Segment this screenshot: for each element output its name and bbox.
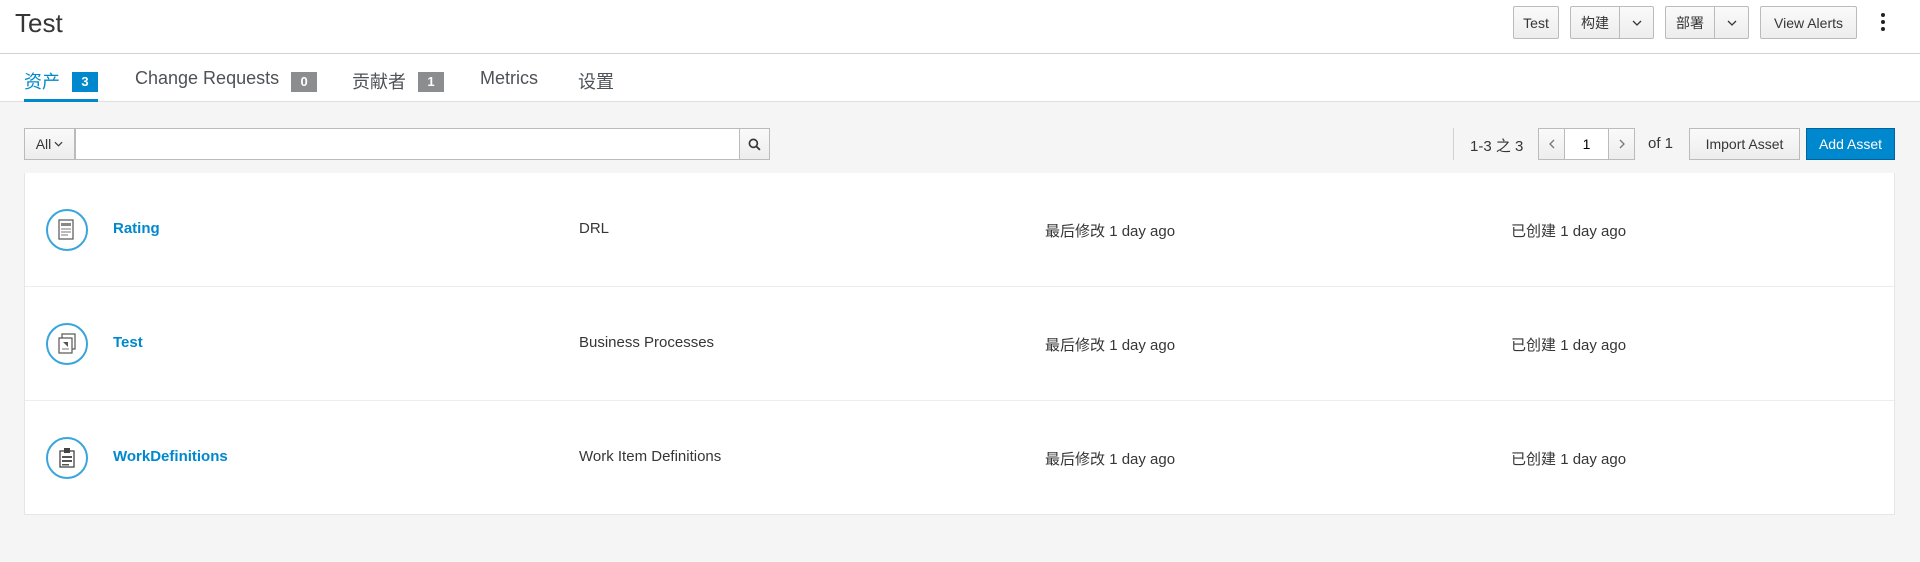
tab-change-requests[interactable]: Change Requests 0 (135, 64, 318, 102)
asset-name-link[interactable]: Test (113, 334, 143, 351)
page-number-input[interactable] (1564, 128, 1609, 160)
add-asset-button[interactable]: Add Asset (1806, 128, 1895, 160)
count-badge: 3 (72, 72, 98, 92)
asset-type: DRL (579, 220, 610, 237)
toolbar: All 1-3 之 3 of 1 Import Asset Add Asset (0, 103, 1920, 173)
tab-label: 资产 (24, 72, 60, 92)
next-page-button[interactable] (1608, 128, 1635, 160)
prev-page-button[interactable] (1538, 128, 1565, 160)
add-asset-label: Add Asset (1818, 136, 1883, 152)
created: 已创建 1 day ago (1511, 223, 1627, 240)
tab-label: 设置 (578, 72, 614, 92)
tab-metrics[interactable]: Metrics (480, 64, 538, 102)
search-input[interactable] (75, 128, 740, 160)
chevron-down-icon (54, 141, 63, 147)
chevron-right-icon (1619, 139, 1625, 149)
asset-list: Rating DRL 最后修改 1 day ago 已创建 1 day ago … (24, 173, 1896, 515)
divider (1453, 128, 1454, 160)
view-alerts-button[interactable]: View Alerts (1760, 6, 1857, 39)
asset-type: Work Item Definitions (579, 448, 722, 465)
filter-label: All (35, 136, 52, 152)
tab-settings[interactable]: 设置 (578, 64, 614, 102)
created: 已创建 1 day ago (1511, 337, 1627, 354)
last-modified: 最后修改 1 day ago (1045, 451, 1176, 468)
import-asset-label: Import Asset (1705, 136, 1784, 152)
tab-assets[interactable]: 资产 3 (24, 64, 98, 102)
search-button[interactable] (739, 128, 770, 160)
tab-label: Metrics (480, 68, 538, 88)
list-item[interactable]: Test Business Processes 最后修改 1 day ago 已… (25, 287, 1896, 401)
page-header: Test Test 构建 部署 View Alerts (0, 0, 1920, 54)
asset-name-link[interactable]: Rating (113, 220, 160, 237)
last-modified: 最后修改 1 day ago (1045, 337, 1176, 354)
tab-label: 贡献者 (352, 72, 406, 92)
asset-type: Business Processes (579, 334, 715, 351)
chevron-down-icon[interactable] (1619, 7, 1653, 38)
work-item-icon (46, 437, 88, 479)
build-button-label: 构建 (1581, 14, 1609, 31)
count-badge: 1 (418, 72, 444, 92)
tab-bar: 资产 3 Change Requests 0 贡献者 1 Metrics 设置 (0, 54, 1920, 102)
page-total: of 1 (1648, 135, 1674, 152)
created: 已创建 1 day ago (1511, 451, 1627, 468)
process-icon (46, 323, 88, 365)
chevron-left-icon (1548, 139, 1554, 149)
build-button[interactable]: 构建 (1570, 6, 1654, 39)
test-button[interactable]: Test (1513, 6, 1559, 39)
tab-label: Change Requests (135, 68, 280, 88)
search-icon (748, 138, 761, 151)
asset-name-link[interactable]: WorkDefinitions (113, 448, 228, 465)
count-badge: 0 (291, 72, 318, 92)
pagination-range: 1-3 之 3 (1470, 138, 1524, 155)
chevron-down-icon[interactable] (1714, 7, 1748, 38)
filter-dropdown[interactable]: All (24, 128, 75, 160)
deploy-button-label: 部署 (1676, 14, 1704, 31)
list-item[interactable]: Rating DRL 最后修改 1 day ago 已创建 1 day ago (25, 173, 1896, 287)
list-item[interactable]: WorkDefinitions Work Item Definitions 最后… (25, 401, 1896, 515)
view-alerts-label: View Alerts (1774, 14, 1843, 31)
import-asset-button[interactable]: Import Asset (1689, 128, 1800, 160)
test-button-label: Test (1523, 14, 1549, 31)
last-modified: 最后修改 1 day ago (1045, 223, 1176, 240)
tab-contributors[interactable]: 贡献者 1 (352, 64, 444, 102)
drl-file-icon (46, 209, 88, 251)
kebab-menu-icon[interactable] (1876, 9, 1890, 35)
deploy-button[interactable]: 部署 (1665, 6, 1749, 39)
page-title: Test (15, 8, 63, 38)
